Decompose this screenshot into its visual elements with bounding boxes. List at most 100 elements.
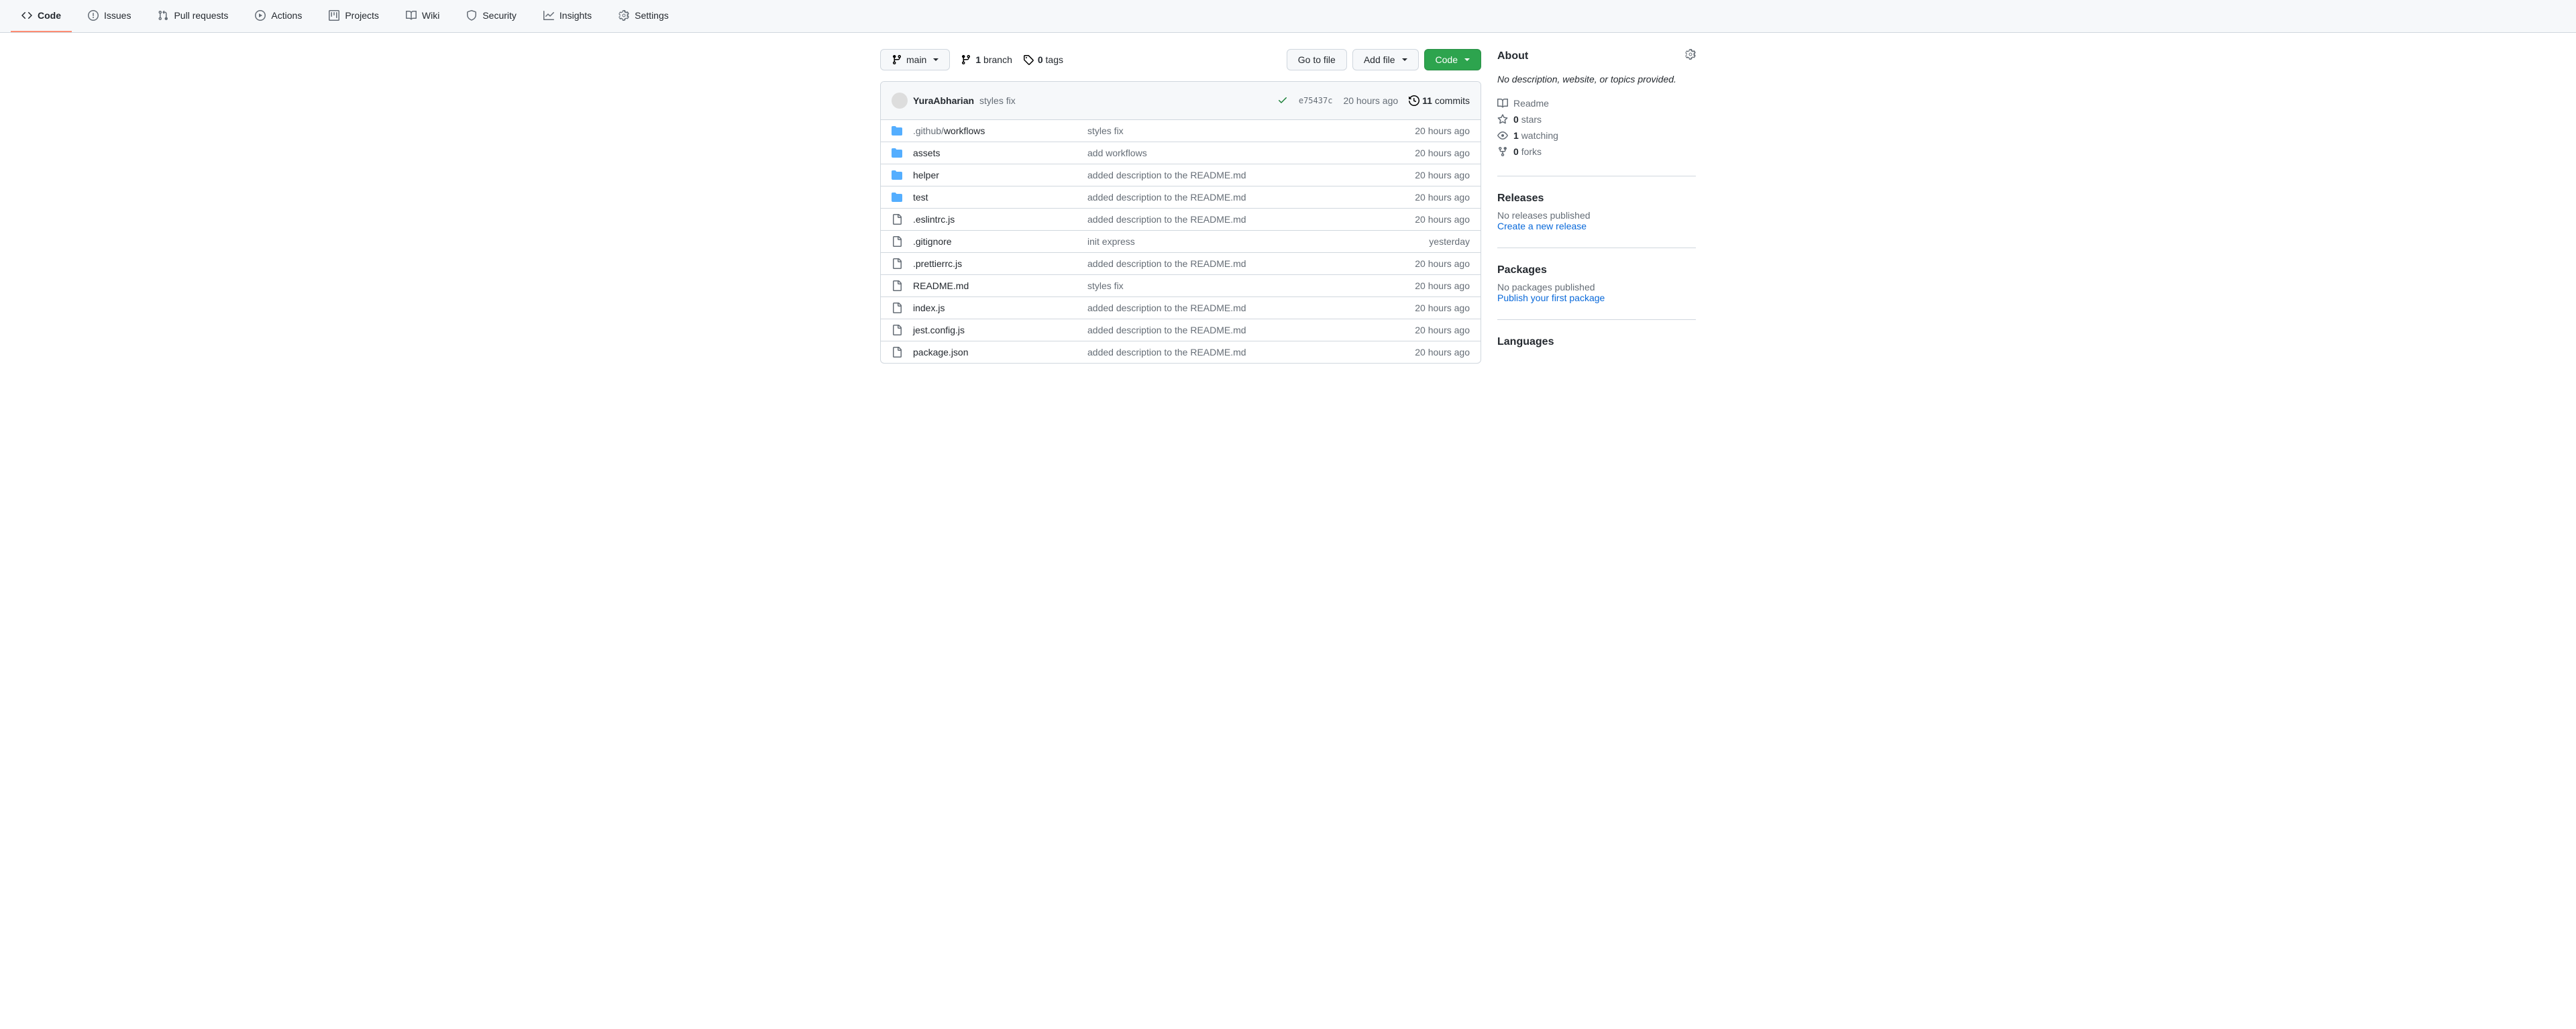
file-icon [892, 236, 902, 247]
file-navigation: main 1 branch 0 tags Go to file Add file… [880, 49, 1481, 70]
git-branch-icon [892, 54, 902, 65]
tab-actions[interactable]: Actions [244, 0, 313, 32]
file-commit-time: 20 hours ago [1415, 148, 1470, 158]
code-download-button[interactable]: Code [1424, 49, 1481, 70]
file-commit-time: 20 hours ago [1415, 214, 1470, 225]
file-name-link[interactable]: helper [913, 170, 939, 180]
file-row: .prettierrc.js added description to the R… [881, 253, 1481, 275]
file-commit-time: 20 hours ago [1415, 170, 1470, 180]
file-name-link[interactable]: test [913, 192, 928, 203]
tab-wiki[interactable]: Wiki [395, 0, 450, 32]
file-commit-message-link[interactable]: added description to the README.md [1087, 303, 1246, 313]
file-commit-time: 20 hours ago [1415, 303, 1470, 313]
file-name-link[interactable]: .prettierrc.js [913, 258, 962, 269]
file-row: .gitignore init express yesterday [881, 231, 1481, 253]
packages-section: Packages No packages published Publish y… [1497, 264, 1696, 320]
file-name-link[interactable]: assets [913, 148, 940, 158]
commits-history-link[interactable]: 11 commits [1409, 95, 1470, 106]
file-name-link[interactable]: .github/workflows [913, 125, 985, 136]
about-section: About No description, website, or topics… [1497, 49, 1696, 176]
languages-heading: Languages [1497, 336, 1696, 348]
tab-projects[interactable]: Projects [318, 0, 390, 32]
tab-settings[interactable]: Settings [608, 0, 680, 32]
branch-select-button[interactable]: main [880, 49, 950, 70]
file-commit-time: 20 hours ago [1415, 125, 1470, 136]
branches-link[interactable]: 1 branch [961, 54, 1012, 65]
tag-icon [1023, 54, 1034, 65]
caret-down-icon [933, 58, 938, 61]
file-commit-time: 20 hours ago [1415, 347, 1470, 358]
forks-link[interactable]: 0 forks [1497, 144, 1696, 160]
file-commit-message-link[interactable]: added description to the README.md [1087, 347, 1246, 358]
tab-security[interactable]: Security [455, 0, 527, 32]
add-file-button[interactable]: Add file [1352, 49, 1419, 70]
file-icon [892, 258, 902, 269]
file-commit-message-link[interactable]: added description to the README.md [1087, 258, 1246, 269]
file-commit-message-link[interactable]: added description to the README.md [1087, 214, 1246, 225]
caret-down-icon [1402, 58, 1407, 61]
file-commit-time: yesterday [1429, 236, 1470, 247]
file-name-link[interactable]: .gitignore [913, 236, 952, 247]
packages-heading[interactable]: Packages [1497, 264, 1696, 276]
file-commit-message-link[interactable]: init express [1087, 236, 1135, 247]
file-name-link[interactable]: README.md [913, 280, 969, 291]
tab-code[interactable]: Code [11, 0, 72, 32]
tab-issues[interactable]: Issues [77, 0, 142, 32]
publish-package-link[interactable]: Publish your first package [1497, 292, 1605, 303]
file-name-link[interactable]: package.json [913, 347, 969, 358]
file-commit-message-link[interactable]: added description to the README.md [1087, 170, 1246, 180]
file-commit-message-link[interactable]: added description to the README.md [1087, 325, 1246, 335]
sidebar: About No description, website, or topics… [1497, 49, 1696, 391]
file-name-link[interactable]: .eslintrc.js [913, 214, 955, 225]
file-icon [892, 347, 902, 358]
tab-pull-requests[interactable]: Pull requests [147, 0, 239, 32]
file-name-link[interactable]: index.js [913, 303, 945, 313]
directory-icon [892, 170, 902, 180]
releases-heading[interactable]: Releases [1497, 193, 1696, 205]
edit-about-button[interactable] [1685, 49, 1696, 63]
file-row: helper added description to the README.md… [881, 164, 1481, 186]
file-row: README.md styles fix 20 hours ago [881, 275, 1481, 297]
releases-section: Releases No releases published Create a … [1497, 193, 1696, 248]
files-box: YuraAbharian styles fix e75437c 20 hours… [880, 81, 1481, 364]
about-heading: About [1497, 50, 1528, 62]
directory-icon [892, 192, 902, 203]
file-row: .eslintrc.js added description to the REA… [881, 209, 1481, 231]
file-icon [892, 214, 902, 225]
file-commit-time: 20 hours ago [1415, 280, 1470, 291]
file-row: jest.config.js added description to the R… [881, 319, 1481, 341]
check-icon[interactable] [1277, 95, 1288, 107]
tab-insights[interactable]: Insights [533, 0, 602, 32]
languages-section: Languages [1497, 336, 1696, 375]
stars-link[interactable]: 0 stars [1497, 111, 1696, 127]
about-description: No description, website, or topics provi… [1497, 74, 1696, 85]
create-release-link[interactable]: Create a new release [1497, 221, 1587, 231]
file-commit-message-link[interactable]: added description to the README.md [1087, 192, 1246, 203]
readme-link[interactable]: Readme [1497, 95, 1696, 111]
releases-empty-text: No releases published [1497, 210, 1696, 221]
file-icon [892, 303, 902, 313]
file-commit-message-link[interactable]: styles fix [1087, 125, 1124, 136]
packages-empty-text: No packages published [1497, 282, 1696, 292]
file-row: assets add workflows 20 hours ago [881, 142, 1481, 164]
tags-link[interactable]: 0 tags [1023, 54, 1063, 65]
watching-link[interactable]: 1 watching [1497, 127, 1696, 144]
file-row: package.json added description to the REA… [881, 341, 1481, 363]
commit-hash-link[interactable]: e75437c [1299, 96, 1333, 105]
directory-icon [892, 125, 902, 136]
file-row: .github/workflows styles fix 20 hours ago [881, 120, 1481, 142]
history-icon [1409, 95, 1419, 106]
file-icon [892, 280, 902, 291]
file-commit-message-link[interactable]: styles fix [1087, 280, 1124, 291]
file-row: testadded description to the README.md20… [881, 186, 1481, 209]
author-avatar[interactable] [892, 93, 908, 109]
file-commit-message-link[interactable]: add workflows [1087, 148, 1147, 158]
commit-author-link[interactable]: YuraAbharian [913, 95, 974, 106]
file-name-link[interactable]: jest.config.js [913, 325, 965, 335]
commit-time-link[interactable]: 20 hours ago [1343, 95, 1398, 106]
go-to-file-button[interactable]: Go to file [1287, 49, 1347, 70]
file-commit-time: 20 hours ago [1415, 325, 1470, 335]
commit-message-link[interactable]: styles fix [979, 95, 1016, 106]
file-commit-time: 20 hours ago [1415, 258, 1470, 269]
directory-icon [892, 148, 902, 158]
